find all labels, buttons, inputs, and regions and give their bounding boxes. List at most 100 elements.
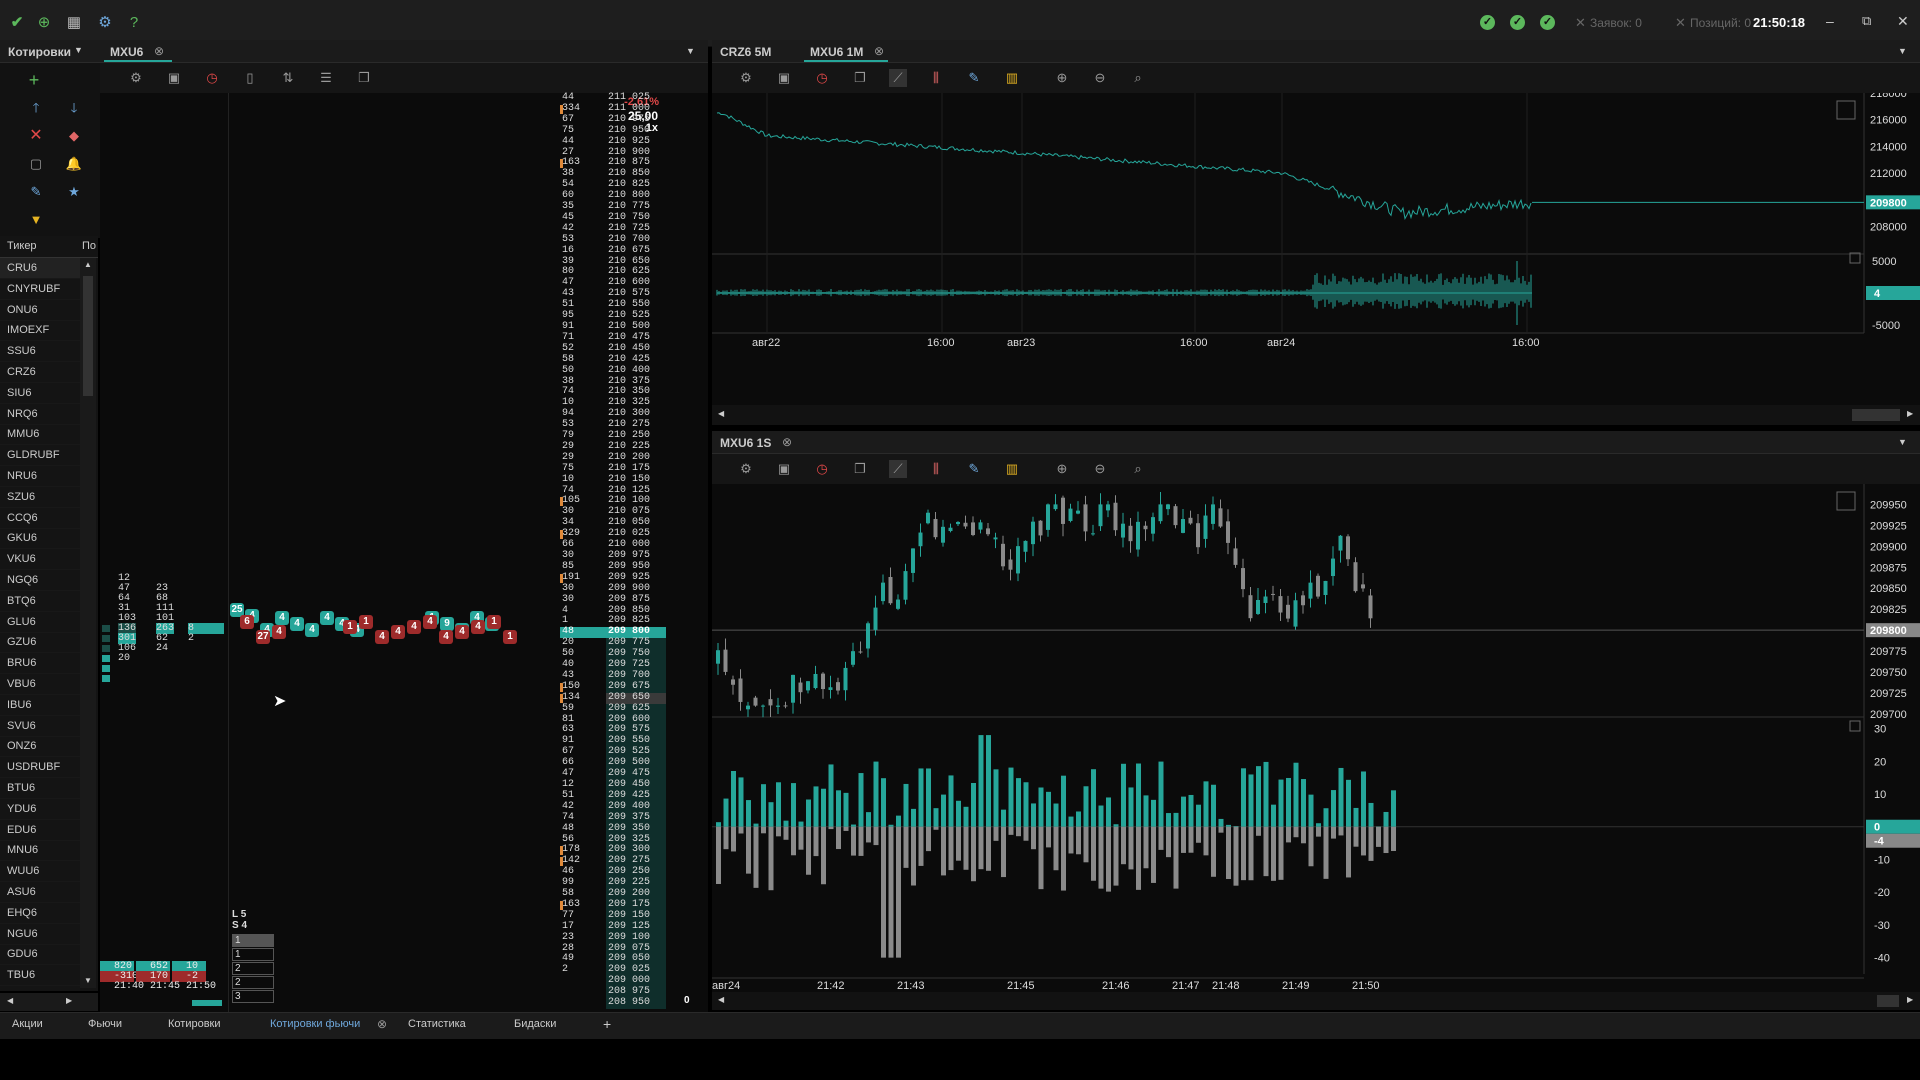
zoom-in-icon[interactable]: ⊕ — [1053, 460, 1071, 478]
eraser-icon[interactable]: ◆ — [65, 127, 83, 145]
add-icon[interactable]: ⊕ — [35, 14, 53, 32]
scroll-up-icon[interactable]: ▲ — [84, 260, 92, 269]
ticker-row[interactable]: NGU6 — [0, 924, 80, 945]
ticker-row[interactable]: MMU6 — [0, 424, 80, 446]
ticker-row[interactable]: IMOEXF — [0, 320, 80, 342]
ticker-row[interactable]: NRU6 — [0, 466, 80, 487]
chart1-hscroll[interactable]: ◀ ▶ — [712, 405, 1920, 425]
close-tab-icon[interactable]: ⊗ — [377, 1017, 387, 1031]
zoom-out-icon[interactable]: ⊖ — [1091, 69, 1109, 87]
search-icon[interactable]: ⌕ — [1129, 460, 1147, 478]
scroll-right-icon[interactable]: ▶ — [1907, 995, 1913, 1004]
scroll-right-icon[interactable]: ▶ — [1907, 409, 1913, 418]
briefcase-icon[interactable]: ▣ — [775, 69, 793, 87]
ticker-row[interactable]: SVU6 — [0, 716, 80, 737]
ladder-row[interactable]: 208 950 — [560, 997, 666, 1009]
clock-icon[interactable]: ◷ — [813, 460, 831, 478]
scroll-down-icon[interactable]: ▼ — [84, 976, 92, 985]
tab-bidasks[interactable]: Бидаски — [514, 1018, 556, 1030]
close-tab-icon[interactable]: ⊗ — [874, 44, 884, 58]
gear-icon[interactable]: ⚙ — [96, 14, 114, 32]
ticker-row[interactable]: GKU6 — [0, 528, 80, 550]
briefcase-icon[interactable]: ▣ — [165, 69, 183, 87]
clock-icon[interactable]: ◷ — [813, 69, 831, 87]
close-tab-icon[interactable]: ⊗ — [782, 435, 792, 449]
copy-icon[interactable]: ❐ — [851, 460, 869, 478]
chevron-down-icon[interactable]: ▼ — [686, 46, 695, 56]
ticker-row[interactable]: BRU6 — [0, 653, 80, 675]
dom-hscroll[interactable]: ◀ ▶ — [0, 993, 98, 1011]
zoom-out-icon[interactable]: ⊖ — [1091, 460, 1109, 478]
tab-quotes[interactable]: Котировки — [8, 45, 71, 59]
scrollbar[interactable]: ▲ ▼ — [80, 258, 96, 988]
tab-crz6-5m[interactable]: CRZ6 5M — [720, 45, 771, 59]
tab-mxu6[interactable]: MXU6 — [110, 45, 143, 59]
ticker-row[interactable]: WUU6 — [0, 861, 80, 883]
tab-mxu6-1m[interactable]: MXU6 1M — [810, 45, 863, 59]
scroll-thumb[interactable] — [1877, 995, 1899, 1007]
tab-futures-quotes[interactable]: Котировки фьючи — [270, 1018, 360, 1030]
ticker-row[interactable]: GDU6 — [0, 944, 80, 966]
list-icon[interactable]: ☰ — [317, 69, 335, 87]
add-icon[interactable]: + — [25, 71, 43, 89]
line-tool-icon[interactable]: ⟋ — [889, 460, 907, 478]
scroll-left-icon[interactable]: ◀ — [718, 995, 724, 1004]
close-tab-icon[interactable]: ⊗ — [154, 44, 164, 58]
ticker-row[interactable]: SZU6 — [0, 487, 80, 508]
close-window-button[interactable]: ✕ — [1897, 13, 1909, 30]
pane-expand-icon[interactable] — [1836, 100, 1856, 120]
candles-icon[interactable]: ⫼ — [927, 69, 945, 87]
document-icon[interactable]: ▯ — [241, 69, 259, 87]
ticker-row[interactable]: TBU6 — [0, 965, 80, 987]
delete-icon[interactable]: ✕ — [27, 127, 45, 145]
minimize-button[interactable]: – — [1826, 13, 1834, 29]
chart2-hscroll[interactable]: ◀ ▶ — [712, 992, 1920, 1010]
ticker-row[interactable]: ASU6 — [0, 882, 80, 903]
ticker-row[interactable]: IBU6 — [0, 695, 80, 716]
scroll-thumb[interactable] — [83, 276, 93, 396]
scroll-left-icon[interactable]: ◀ — [7, 996, 13, 1005]
pane-close-icon[interactable] — [1849, 720, 1861, 732]
arrow-up-icon[interactable]: 🡑 — [27, 99, 45, 117]
ticker-row[interactable]: GZU6 — [0, 632, 80, 654]
copy-icon[interactable]: ❐ — [355, 69, 373, 87]
tab-quotes[interactable]: Котировки — [168, 1018, 221, 1030]
ticker-row[interactable]: YDU6 — [0, 799, 80, 820]
ticker-row[interactable]: SIU6 — [0, 383, 80, 404]
pencil-icon[interactable]: ✎ — [27, 183, 45, 201]
settings-icon[interactable]: ⚙ — [737, 69, 755, 87]
line-tool-icon[interactable]: ⟋ — [889, 69, 907, 87]
briefcase-icon[interactable]: ▣ — [775, 460, 793, 478]
bar-chart-icon[interactable]: ▥ — [1003, 460, 1021, 478]
chevron-down-icon[interactable]: ▼ — [1898, 437, 1907, 447]
ticker-row[interactable]: SSU6 — [0, 341, 80, 363]
ticker-row[interactable]: VKU6 — [0, 549, 80, 571]
help-icon[interactable]: ? — [125, 14, 143, 32]
brush-icon[interactable]: ✎ — [965, 69, 983, 87]
sort-icon[interactable]: ⇅ — [279, 69, 297, 87]
filter-icon[interactable]: ▼ — [27, 211, 45, 229]
candles-icon[interactable]: ⫼ — [927, 460, 945, 478]
ticker-row[interactable]: CRU6 — [0, 258, 80, 279]
ticker-row[interactable]: BTQ6 — [0, 591, 80, 612]
ticker-row[interactable]: CCQ6 — [0, 508, 80, 529]
scroll-thumb[interactable] — [1852, 409, 1900, 421]
ticker-row[interactable]: ONU6 — [0, 300, 80, 321]
scroll-left-icon[interactable]: ◀ — [718, 409, 724, 418]
ticker-row[interactable]: EHQ6 — [0, 903, 80, 924]
settings-icon[interactable]: ⚙ — [127, 69, 145, 87]
ticker-row[interactable]: NRQ6 — [0, 404, 80, 425]
star-icon[interactable]: ★ — [65, 183, 83, 201]
ticker-row[interactable]: NGQ6 — [0, 570, 80, 591]
ticker-row[interactable]: BTU6 — [0, 778, 80, 799]
pane-expand-icon[interactable] — [1836, 491, 1856, 511]
col-ticker[interactable]: Тикер — [7, 240, 37, 252]
arrow-down-icon[interactable]: 🡓 — [65, 99, 83, 117]
ticker-row[interactable]: USDRUBF — [0, 757, 80, 779]
add-tab-button[interactable]: + — [603, 1016, 611, 1032]
ticker-row[interactable]: CNYRUBF — [0, 279, 80, 300]
copy-icon[interactable]: ❐ — [851, 69, 869, 87]
tab-mxu6-1s[interactable]: MXU6 1S — [720, 436, 771, 450]
bar-chart-icon[interactable]: ▥ — [1003, 69, 1021, 87]
tab-shares[interactable]: Акции — [12, 1018, 43, 1030]
